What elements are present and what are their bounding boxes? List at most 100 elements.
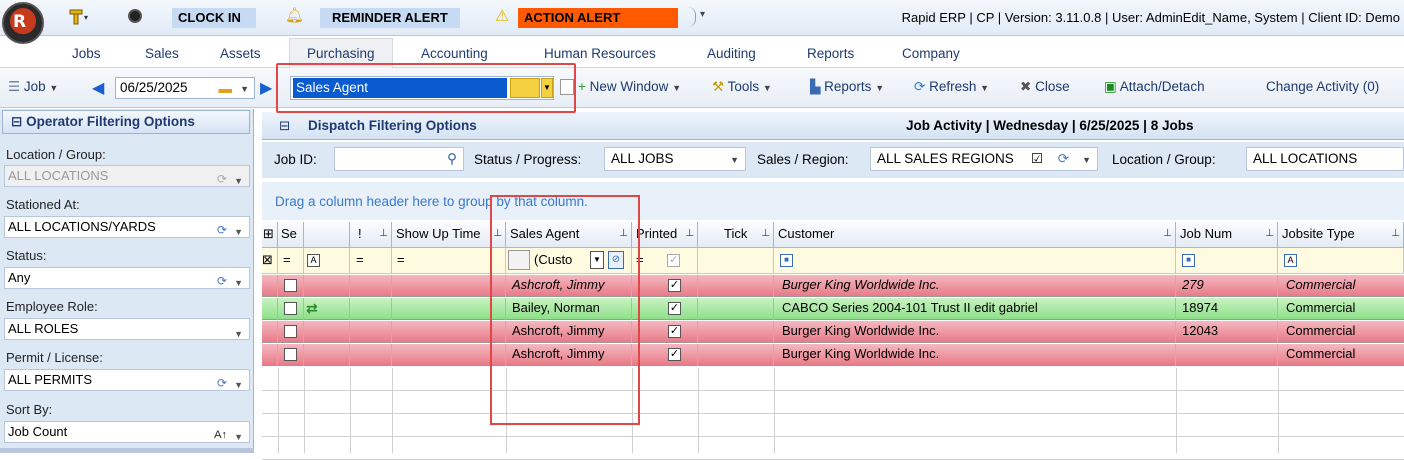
col-header-show-up-time[interactable]: Show Up Time ⊥: [392, 222, 506, 248]
printed-cell[interactable]: ✓: [632, 275, 698, 297]
printed-cell[interactable]: ✓: [632, 344, 698, 366]
tick-cell[interactable]: [698, 321, 774, 343]
col-header-tick[interactable]: Tick ⊥: [698, 222, 774, 248]
operator-filter-header[interactable]: ⊟ Operator Filtering Options: [2, 110, 250, 134]
chevron-down-icon[interactable]: ▼: [234, 427, 243, 447]
pin-icon[interactable]: ⊥: [1265, 222, 1274, 246]
job-num-cell[interactable]: [1176, 344, 1278, 366]
row-icon-cell[interactable]: [304, 321, 350, 343]
filter-job-num[interactable]: ■: [1176, 248, 1278, 274]
refresh-icon[interactable]: ⟳: [217, 271, 227, 291]
status-field[interactable]: Any ⟳ ▼: [4, 267, 250, 289]
tick-cell[interactable]: [698, 344, 774, 366]
sort-by-field[interactable]: Job Count A↑ ▼: [4, 421, 250, 443]
chevron-down-icon[interactable]: ▼: [234, 222, 243, 242]
row-excl-cell[interactable]: [350, 344, 392, 366]
customer-cell[interactable]: Burger King Worldwide Inc.: [774, 344, 1176, 366]
customer-cell[interactable]: Burger King Worldwide Inc.: [774, 321, 1176, 343]
printed-checkbox[interactable]: ✓: [668, 325, 681, 339]
new-window-button[interactable]: + New Window ▼: [578, 79, 681, 94]
table-row[interactable]: Ashcroft, Jimmy ✓ Burger King Worldwide In…: [262, 321, 1404, 343]
menu-human-resources[interactable]: Human Resources: [544, 46, 656, 64]
row-select-checkbox[interactable]: [278, 321, 304, 343]
job-menu-button[interactable]: ☰ Job ▼: [8, 79, 58, 95]
filter-excl-equals[interactable]: =: [350, 248, 392, 274]
chevron-down-icon[interactable]: ▼: [234, 375, 243, 395]
menu-reports[interactable]: Reports: [807, 46, 854, 64]
jobsite-type-cell[interactable]: Commercial: [1278, 321, 1404, 343]
filter-jobsite-type[interactable]: A: [1278, 248, 1404, 274]
table-row[interactable]: Ashcroft, Jimmy ✓ Burger King Worldwide In…: [262, 344, 1404, 366]
col-header-customer[interactable]: Customer ⊥: [774, 222, 1176, 248]
menu-assets[interactable]: Assets: [220, 46, 261, 64]
row-icon-cell[interactable]: [304, 344, 350, 366]
filter-text-icon[interactable]: A: [304, 248, 350, 274]
col-header-jobsite-type[interactable]: Jobsite Type ⊥: [1278, 222, 1404, 248]
tools-button[interactable]: ⚒ Tools ▼: [712, 79, 772, 95]
employee-role-field[interactable]: ALL ROLES ▼: [4, 318, 250, 340]
printed-cell[interactable]: ✓: [632, 298, 698, 320]
previous-date-icon[interactable]: ◀: [92, 78, 104, 98]
pin-icon[interactable]: ⊥: [379, 222, 388, 246]
col-header-job-num[interactable]: Job Num ⊥: [1176, 222, 1278, 248]
row-indicator[interactable]: [262, 275, 278, 297]
menu-auditing[interactable]: Auditing: [707, 46, 756, 64]
row-show-up-time[interactable]: [392, 275, 506, 297]
date-picker[interactable]: 06/25/2025 ▬ ▼: [115, 77, 255, 99]
checkbox-icon[interactable]: ☑: [1031, 148, 1043, 170]
row-show-up-time[interactable]: [392, 298, 506, 320]
date-dropdown-icon[interactable]: ▼: [240, 79, 249, 99]
row-icon-cell[interactable]: ⇄: [304, 298, 350, 320]
table-row[interactable]: ⇄ Bailey, Norman ✓ CABCO Series 2004-101 Tr…: [262, 298, 1404, 320]
location-group-filter-select[interactable]: ALL LOCATIONS: [1246, 147, 1404, 171]
col-header-blank[interactable]: [304, 222, 350, 248]
row-indicator[interactable]: [262, 298, 278, 320]
row-select-checkbox[interactable]: [278, 298, 304, 320]
tick-cell[interactable]: [698, 298, 774, 320]
row-excl-cell[interactable]: [350, 275, 392, 297]
app-logo-icon[interactable]: R: [2, 2, 44, 44]
row-icon-cell[interactable]: [304, 275, 350, 297]
job-num-cell[interactable]: 18974: [1176, 298, 1278, 320]
tick-cell[interactable]: [698, 275, 774, 297]
menu-sales[interactable]: Sales: [145, 46, 179, 64]
row-show-up-time[interactable]: [392, 321, 506, 343]
sales-region-select[interactable]: ALL SALES REGIONS ☑ ⟳ ▼: [870, 147, 1098, 171]
menu-purchasing[interactable]: Purchasing: [307, 46, 375, 64]
filter-se-equals[interactable]: =: [278, 248, 304, 274]
pin-icon[interactable]: ⊥: [1391, 222, 1400, 246]
col-header-excl[interactable]: ! ⊥: [350, 222, 392, 248]
jobsite-type-cell[interactable]: Commercial: [1278, 298, 1404, 320]
filter-printed[interactable]: = ✓: [632, 248, 698, 274]
row-indicator[interactable]: [262, 321, 278, 343]
action-alert-button[interactable]: ACTION ALERT: [518, 8, 678, 28]
filter-tick[interactable]: [698, 248, 774, 274]
refresh-icon[interactable]: ⟳: [217, 373, 227, 393]
chevron-down-icon[interactable]: ▼: [234, 324, 243, 344]
customer-cell[interactable]: Burger King Worldwide Inc.: [774, 275, 1176, 297]
search-icon[interactable]: ⚲: [447, 148, 457, 170]
col-header-printed[interactable]: Printed ⊥: [632, 222, 698, 248]
menu-company[interactable]: Company: [902, 46, 960, 64]
pin-icon[interactable]: ⊥: [1163, 222, 1172, 246]
row-indicator[interactable]: [262, 344, 278, 366]
refresh-button[interactable]: ⟳ Refresh ▼: [914, 79, 989, 95]
printed-checkbox[interactable]: ✓: [668, 302, 681, 316]
clock-in-button[interactable]: CLOCK IN: [172, 8, 256, 28]
row-show-up-time[interactable]: [392, 344, 506, 366]
menu-accounting[interactable]: Accounting: [421, 46, 488, 64]
stationed-at-field[interactable]: ALL LOCATIONS/YARDS ⟳ ▼: [4, 216, 250, 238]
filter-clear-icon[interactable]: ⊠: [262, 248, 278, 274]
customize-quick-access-icon[interactable]: ▾: [700, 9, 705, 20]
collapse-icon[interactable]: ⊟: [11, 114, 22, 129]
col-header-se[interactable]: Se: [278, 222, 304, 248]
menu-jobs[interactable]: Jobs: [72, 46, 101, 64]
dispatch-collapse-icon[interactable]: ⊟: [279, 118, 290, 134]
reminder-alert-button[interactable]: REMINDER ALERT: [320, 8, 460, 28]
pin-icon[interactable]: ⊥: [685, 222, 694, 246]
row-excl-cell[interactable]: [350, 321, 392, 343]
printed-checkbox[interactable]: ✓: [668, 279, 681, 293]
job-num-cell[interactable]: 279: [1176, 275, 1278, 297]
change-activity-button[interactable]: Change Activity (0): [1266, 79, 1379, 94]
chevron-down-icon[interactable]: ▼: [1082, 149, 1091, 171]
